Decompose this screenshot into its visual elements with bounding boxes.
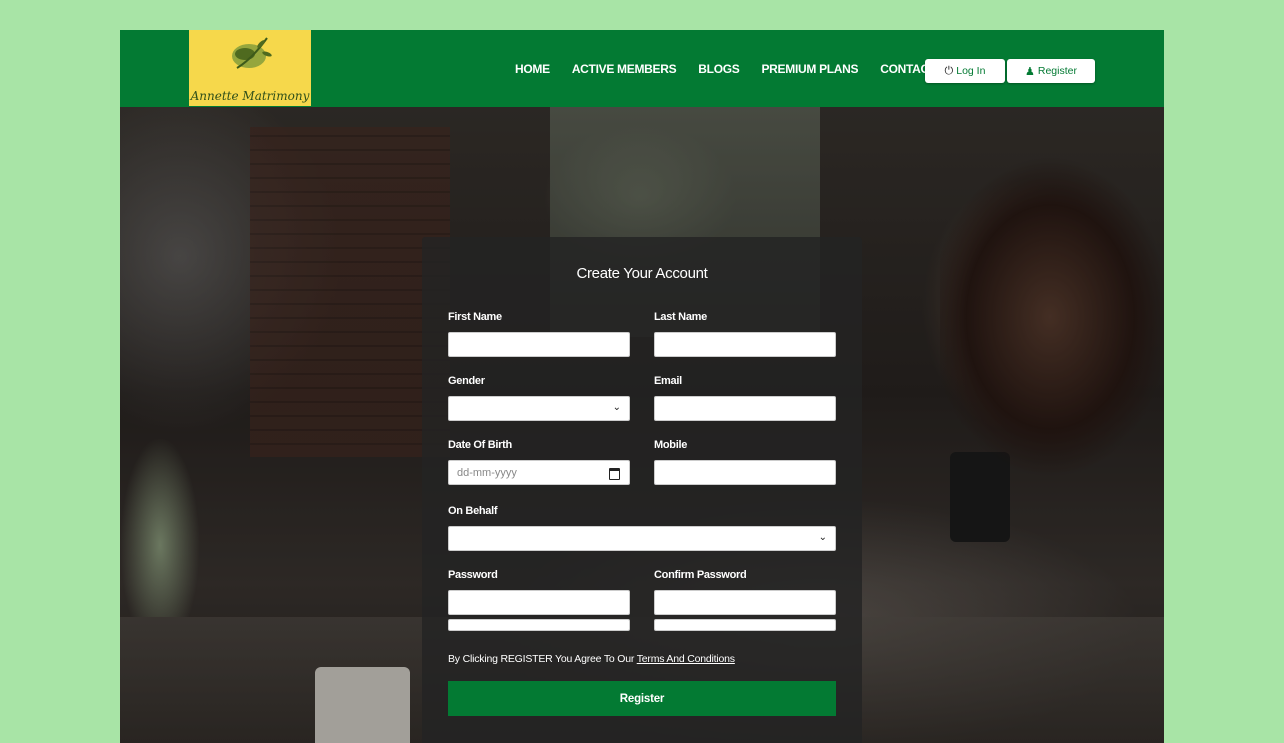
dob-label: Date Of Birth — [448, 439, 512, 451]
confirm-password-strength-bar — [654, 619, 836, 631]
terms-link[interactable]: Terms And Conditions — [637, 653, 735, 665]
logo-text: Annette Matrimony — [190, 89, 310, 103]
confirm-password-label: Confirm Password — [654, 569, 747, 581]
first-name-label: First Name — [448, 311, 502, 323]
navbar: Annette Matrimony HOME ACTIVE MEMBERS BL… — [120, 30, 1164, 107]
register-nav-label: Register — [1037, 65, 1077, 77]
site-container: Annette Matrimony HOME ACTIVE MEMBERS BL… — [120, 30, 1164, 743]
chevron-down-icon: ⌄ — [612, 402, 621, 413]
nav-blogs[interactable]: BLOGS — [698, 62, 739, 76]
confirm-password-input[interactable] — [654, 590, 836, 615]
nav-premium-plans[interactable]: PREMIUM PLANS — [761, 62, 858, 76]
login-button[interactable]: ⏻ Log In — [925, 59, 1005, 83]
terms-prefix: By Clicking REGISTER You Agree To Our — [448, 653, 637, 665]
register-nav-button[interactable]: ♟ Register — [1007, 59, 1095, 83]
chevron-down-icon: ⌄ — [818, 532, 827, 543]
olive-branch-icon — [232, 37, 272, 69]
mobile-label: Mobile — [654, 439, 688, 451]
login-button-label: Log In — [956, 65, 986, 77]
gender-select[interactable]: ⌄ — [448, 396, 630, 421]
password-label: Password — [448, 569, 498, 581]
last-name-label: Last Name — [654, 311, 707, 323]
nav-active-members[interactable]: ACTIVE MEMBERS — [572, 62, 677, 76]
nav-home[interactable]: HOME — [515, 62, 550, 76]
on-behalf-label: On Behalf — [448, 505, 498, 517]
background-person — [940, 117, 1164, 743]
background-brick-wall — [250, 127, 450, 457]
dob-input[interactable]: dd-mm-yyyy — [448, 460, 630, 485]
calendar-icon[interactable] — [609, 468, 620, 480]
password-input[interactable] — [448, 590, 630, 615]
email-input[interactable] — [654, 396, 836, 421]
last-name-input[interactable] — [654, 332, 836, 357]
form-title: Create Your Account — [576, 265, 708, 282]
password-strength-bar — [448, 619, 630, 631]
background-plant — [120, 437, 200, 617]
email-label: Email — [654, 375, 682, 387]
mobile-input[interactable] — [654, 460, 836, 485]
gender-label: Gender — [448, 375, 485, 387]
logo[interactable]: Annette Matrimony — [189, 30, 311, 106]
user-icon: ♟ — [1025, 65, 1035, 78]
background-mug — [950, 452, 1010, 542]
register-submit-button[interactable]: Register — [448, 681, 836, 716]
on-behalf-select[interactable]: ⌄ — [448, 526, 836, 551]
power-icon: ⏻ — [944, 64, 954, 77]
dob-placeholder: dd-mm-yyyy — [457, 466, 517, 479]
first-name-input[interactable] — [448, 332, 630, 357]
terms-text: By Clicking REGISTER You Agree To Our Te… — [448, 653, 735, 665]
main-menu: HOME ACTIVE MEMBERS BLOGS PREMIUM PLANS … — [515, 30, 977, 107]
registration-panel: Create Your Account First Name Last Name… — [422, 237, 862, 743]
background-pot — [315, 667, 410, 743]
